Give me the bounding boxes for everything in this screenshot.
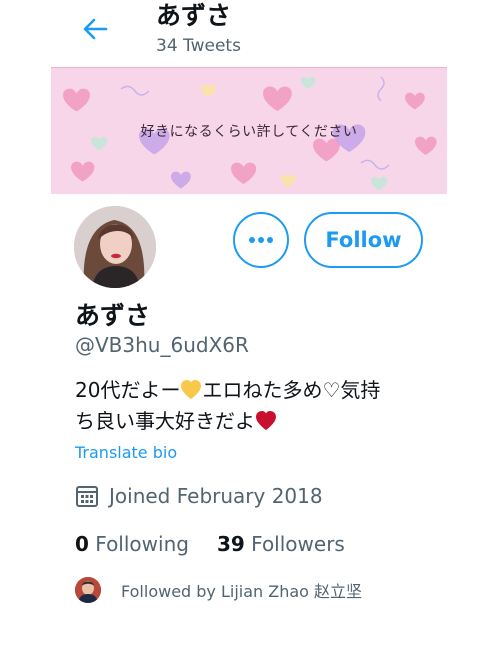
following-label: Following [95, 532, 189, 556]
followers-link[interactable]: 39 Followers [217, 532, 345, 556]
user-handle: @VB3hu_6udX6R [75, 333, 249, 357]
profile-page: あずさ 34 Tweets 好きになるくらい許してください Follow あずさ… [0, 0, 504, 646]
profile-banner[interactable]: 好きになるくらい許してください [51, 67, 447, 194]
followers-label: Followers [251, 532, 345, 556]
bio: 20代だよー エロねた多め♡気持 ち良い事大好きだよ [75, 375, 435, 437]
followed-by-text: Followed by Lijian Zhao 赵立坚 [121, 582, 363, 601]
arrow-left-icon [83, 18, 108, 40]
red-heart-icon [256, 411, 276, 430]
joined-text: Joined February 2018 [109, 484, 323, 508]
following-link[interactable]: 0 Following [75, 532, 189, 556]
yellow-heart-icon [181, 380, 202, 399]
bio-text-3: ち良い事大好きだよ [75, 409, 255, 433]
ellipsis-icon [249, 237, 273, 243]
bio-text-2: エロねた多め♡気持 [202, 378, 381, 402]
calendar-icon [76, 486, 98, 507]
followed-by[interactable]: Followed by Lijian Zhao 赵立坚 [75, 577, 362, 603]
follow-stats: 0 Following 39 Followers [75, 532, 373, 556]
follower-avatar-photo [75, 577, 101, 603]
follow-button[interactable]: Follow [304, 212, 423, 268]
more-options-button[interactable] [233, 212, 289, 268]
followers-count: 39 [216, 532, 245, 556]
follower-avatar [75, 577, 101, 603]
avatar-photo [74, 206, 156, 288]
bio-text-1: 20代だよー [75, 378, 181, 402]
translate-bio-link[interactable]: Translate bio [75, 443, 177, 462]
following-count: 0 [75, 532, 89, 556]
avatar[interactable] [74, 206, 156, 288]
display-name: あずさ [75, 301, 151, 330]
joined-date: Joined February 2018 [75, 484, 323, 508]
header-title: あずさ [156, 1, 232, 30]
back-button[interactable] [78, 12, 112, 46]
tweet-count: 34 Tweets [156, 36, 241, 56]
banner-caption: 好きになるくらい許してください [140, 124, 358, 140]
